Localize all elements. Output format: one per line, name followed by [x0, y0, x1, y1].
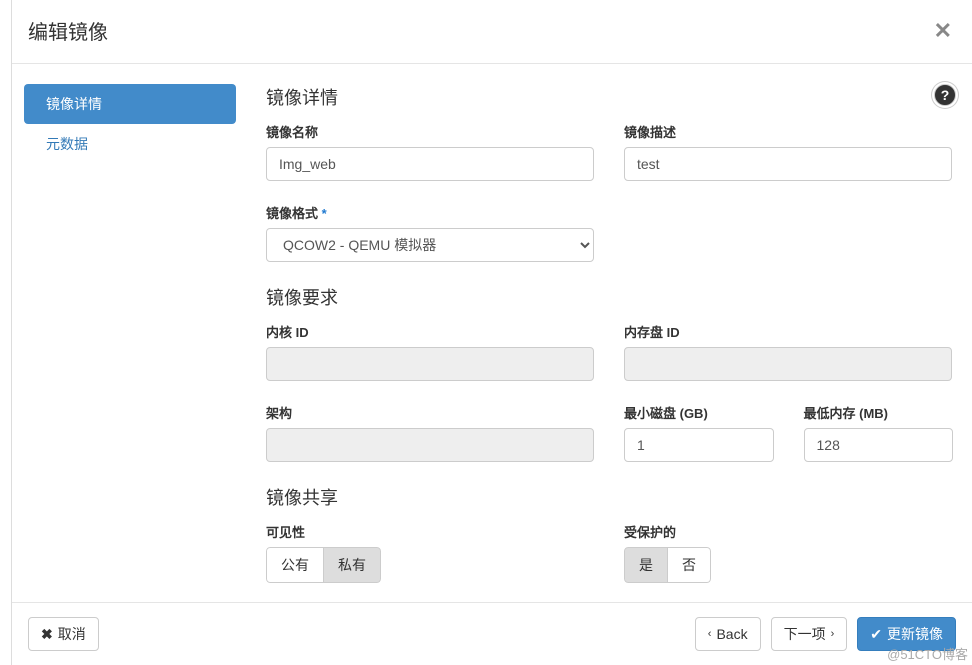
form-content: ? 镜像详情 镜像名称 镜像描述 镜像格式 * QCOW2 - QEMU 模拟器 — [266, 84, 956, 602]
next-button-label: 下一项 — [784, 624, 826, 644]
field-ramdisk-id: 内存盘 ID — [624, 322, 952, 381]
label-ramdisk-id: 内存盘 ID — [624, 322, 952, 341]
modal-title: 编辑镜像 — [28, 16, 108, 45]
section-title-details: 镜像详情 — [266, 84, 952, 110]
visibility-public-button[interactable]: 公有 — [266, 547, 324, 583]
cancel-button[interactable]: ✖ 取消 — [28, 617, 99, 651]
background-page-hint — [0, 0, 11, 665]
field-image-name: 镜像名称 — [266, 122, 594, 181]
next-button[interactable]: 下一项 › — [771, 617, 848, 651]
chevron-right-icon: › — [831, 628, 835, 640]
update-image-button-label: 更新镜像 — [887, 624, 943, 644]
sidebar-item-metadata[interactable]: 元数据 — [24, 124, 236, 164]
wizard-sidebar: 镜像详情 元数据 — [24, 84, 236, 602]
close-icon[interactable]: ✕ — [934, 20, 952, 42]
visibility-toggle: 公有 私有 — [266, 547, 381, 583]
check-icon: ✔ — [870, 626, 882, 643]
back-button[interactable]: ‹ Back — [695, 617, 761, 651]
field-min-ram: 最低内存 (MB) ▲ ▼ — [804, 403, 954, 462]
field-protected: 受保护的 是 否 — [624, 522, 952, 583]
sidebar-item-label: 镜像详情 — [46, 96, 102, 112]
sidebar-item-image-details[interactable]: 镜像详情 — [24, 84, 236, 124]
input-image-name[interactable] — [266, 147, 594, 181]
label-visibility: 可见性 — [266, 522, 594, 541]
label-image-name: 镜像名称 — [266, 122, 594, 141]
section-title-sharing: 镜像共享 — [266, 484, 952, 510]
section-title-requirements: 镜像要求 — [266, 284, 952, 310]
label-protected: 受保护的 — [624, 522, 952, 541]
label-kernel-id: 内核 ID — [266, 322, 594, 341]
footer-right: ‹ Back 下一项 › ✔ 更新镜像 — [695, 617, 956, 651]
label-image-format: 镜像格式 * — [266, 203, 594, 222]
field-kernel-id: 内核 ID — [266, 322, 594, 381]
edit-image-modal: 编辑镜像 ✕ 镜像详情 元数据 ? 镜像详情 镜像名称 镜像描述 — [11, 0, 972, 665]
field-image-description: 镜像描述 — [624, 122, 952, 181]
protected-yes-button[interactable]: 是 — [624, 547, 668, 583]
visibility-private-button[interactable]: 私有 — [324, 547, 381, 583]
field-architecture: 架构 — [266, 403, 594, 462]
label-min-ram: 最低内存 (MB) — [804, 403, 954, 422]
modal-header: 编辑镜像 ✕ — [12, 0, 972, 64]
help-icon[interactable]: ? — [934, 84, 956, 106]
field-image-format: 镜像格式 * QCOW2 - QEMU 模拟器 — [266, 203, 594, 262]
input-architecture — [266, 428, 594, 462]
sidebar-item-label: 元数据 — [46, 136, 88, 152]
modal-body: 镜像详情 元数据 ? 镜像详情 镜像名称 镜像描述 镜 — [12, 64, 972, 602]
protected-no-button[interactable]: 否 — [668, 547, 711, 583]
label-image-description: 镜像描述 — [624, 122, 952, 141]
select-image-format[interactable]: QCOW2 - QEMU 模拟器 — [266, 228, 594, 262]
input-image-description[interactable] — [624, 147, 952, 181]
back-button-label: Back — [716, 626, 747, 642]
field-visibility: 可见性 公有 私有 — [266, 522, 594, 583]
input-ramdisk-id — [624, 347, 952, 381]
input-kernel-id — [266, 347, 594, 381]
input-min-ram[interactable] — [805, 429, 972, 461]
field-min-disk: 最小磁盘 (GB) ▲ ▼ — [624, 403, 774, 462]
cancel-button-label: 取消 — [58, 624, 86, 644]
input-min-disk[interactable] — [625, 429, 830, 461]
label-min-disk: 最小磁盘 (GB) — [624, 403, 774, 422]
close-icon: ✖ — [41, 626, 53, 643]
update-image-button[interactable]: ✔ 更新镜像 — [857, 617, 956, 651]
label-architecture: 架构 — [266, 403, 594, 422]
modal-footer: ✖ 取消 ‹ Back 下一项 › ✔ 更新镜像 — [12, 602, 972, 665]
protected-toggle: 是 否 — [624, 547, 711, 583]
chevron-left-icon: ‹ — [708, 628, 712, 640]
